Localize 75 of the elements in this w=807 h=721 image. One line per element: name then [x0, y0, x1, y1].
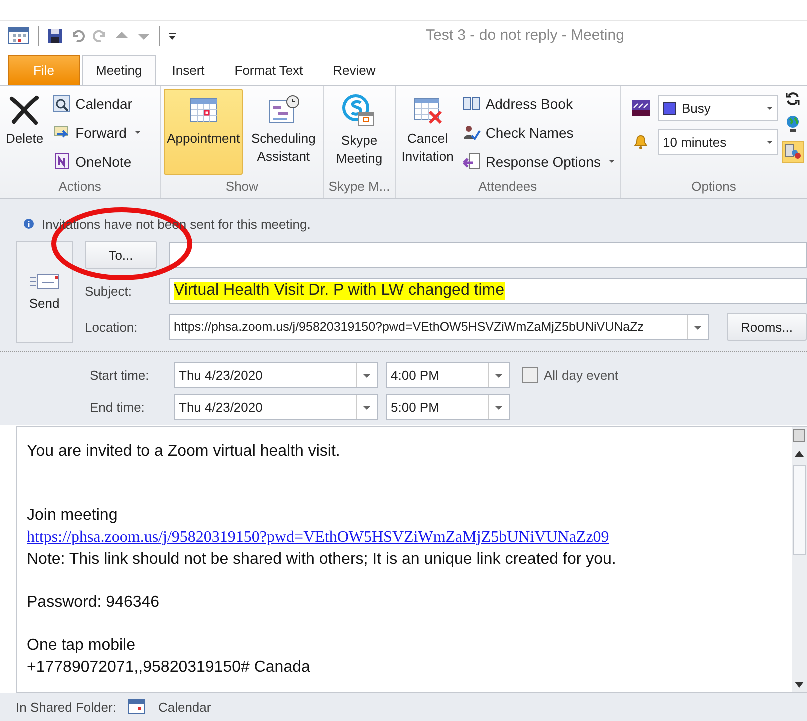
- onenote-button[interactable]: OneNote: [50, 149, 143, 174]
- undo-icon[interactable]: [71, 29, 85, 43]
- caret-icon: [767, 140, 773, 144]
- calendar-search-icon: [52, 94, 71, 112]
- envelope-arrow-icon: [462, 152, 481, 170]
- recurrence-icon[interactable]: [785, 91, 801, 107]
- delete-icon: [8, 94, 41, 126]
- to-button[interactable]: To...: [85, 241, 157, 269]
- body-text: Join meeting: [27, 506, 119, 526]
- address-book-button[interactable]: Address Book: [460, 91, 617, 116]
- show-as-icon: [632, 100, 650, 116]
- appointment-button[interactable]: Appointment: [164, 89, 244, 175]
- ribbon-tab[interactable]: Format Text: [220, 55, 318, 85]
- status-label: In Shared Folder:: [16, 700, 116, 714]
- window-title: Test 3 - do not reply - Meeting: [426, 27, 624, 44]
- meeting-link[interactable]: https://phsa.zoom.us/j/95820319150?pwd=VEthOW5HSVZiWmZaMjZ5bUNiVUNaZz09: [27, 527, 782, 549]
- envelope-icon: [30, 274, 60, 290]
- rooms-button[interactable]: Rooms...: [727, 313, 807, 341]
- group-label: Attendees: [478, 178, 538, 196]
- group-label: Options: [690, 178, 738, 196]
- status-square-icon: [663, 102, 676, 114]
- body-text: Note: This link should not be shared with others; It is an unique link created for you.: [27, 550, 618, 570]
- start-time-field[interactable]: 4:00 PM: [386, 362, 510, 388]
- start-date-field[interactable]: Thu 4/23/2020: [174, 362, 378, 388]
- location-field[interactable]: https://phsa.zoom.us/j/95820319150?pwd=VEthOW5HSVZiWmZaMjZ5bUNiVUNaZz: [169, 314, 709, 340]
- group-label: Show: [224, 178, 260, 196]
- subject-field[interactable]: Virtual Health Visit Dr. P with LW changed time: [169, 278, 807, 304]
- calendar-app-icon[interactable]: [8, 25, 30, 47]
- to-field[interactable]: [169, 242, 807, 268]
- all-day-checkbox[interactable]: All day event: [522, 367, 618, 383]
- location-label: Location:: [85, 320, 139, 334]
- forward-button[interactable]: Forward: [50, 120, 143, 145]
- subject-label: Subject:: [85, 284, 133, 298]
- end-time-label: End time:: [90, 400, 146, 414]
- info-icon: [24, 219, 34, 229]
- scheduling-assistant-button[interactable]: Scheduling Assistant: [247, 89, 320, 175]
- cancel-invitation-button[interactable]: Cancel Invitation: [398, 89, 457, 175]
- end-date-field[interactable]: Thu 4/23/2020: [174, 394, 378, 420]
- customize-caret-icon[interactable]: [168, 32, 177, 40]
- body-text: Password: 946346: [27, 593, 161, 613]
- ribbon-tab[interactable]: Insert: [158, 55, 219, 85]
- globe-icon[interactable]: [785, 115, 801, 133]
- room-finder-button[interactable]: [782, 141, 804, 163]
- response-options-button[interactable]: Response Options: [460, 149, 617, 174]
- folder-name: Calendar: [158, 700, 212, 714]
- group-label: Skype M...: [328, 178, 392, 196]
- book-icon: [462, 94, 481, 112]
- end-time-field[interactable]: 5:00 PM: [386, 394, 510, 420]
- body-text: You are invited to a Zoom virtual health visit.: [27, 442, 342, 462]
- save-icon[interactable]: [47, 28, 63, 44]
- check-names-button[interactable]: Check Names: [460, 120, 617, 145]
- delete-button[interactable]: Delete: [3, 89, 47, 175]
- group-label: Actions: [58, 178, 102, 196]
- contact-card-icon: [793, 429, 806, 443]
- scrollbar[interactable]: [792, 427, 807, 692]
- send-button[interactable]: Send: [16, 241, 73, 343]
- body-text: One tap mobile: [27, 636, 137, 656]
- caret-icon: [134, 131, 141, 134]
- caret-icon: [609, 160, 615, 163]
- calendar-icon: [128, 699, 146, 715]
- start-time-label: Start time:: [90, 368, 150, 382]
- skype-meeting-button[interactable]: Skype Meeting: [327, 89, 392, 175]
- show-as-dropdown[interactable]: Busy: [658, 95, 778, 121]
- ribbon-tab[interactable]: Meeting: [82, 55, 156, 85]
- calendar-button[interactable]: Calendar: [50, 91, 143, 116]
- bell-icon: [632, 133, 650, 151]
- ribbon-tab[interactable]: Review: [319, 55, 390, 85]
- notebook-icon: [52, 152, 71, 170]
- schedule-clock-icon: [268, 94, 300, 126]
- scroll-thumb[interactable]: [793, 465, 806, 555]
- person-check-icon: [462, 124, 481, 142]
- body-text: +17789072071,,95820319150# Canada: [27, 658, 312, 678]
- reminder-dropdown[interactable]: 10 minutes: [658, 129, 778, 155]
- skype-calendar-icon: [342, 94, 376, 128]
- caret-icon: [767, 106, 773, 110]
